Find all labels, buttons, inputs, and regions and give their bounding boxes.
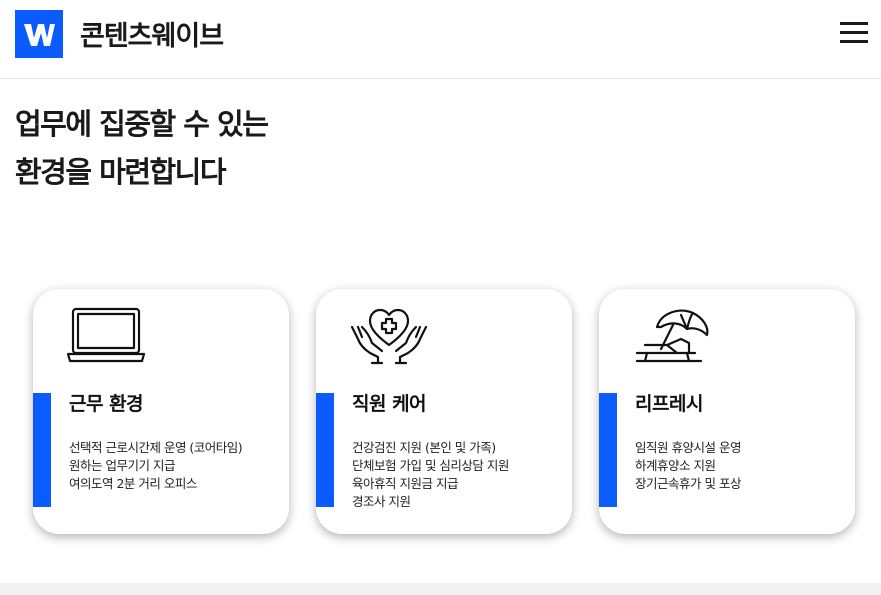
list-item: 건강검진 지원 (본인 및 가족) bbox=[352, 440, 496, 455]
benefit-card-work-environment: 근무 환경 선택적 근로시간제 운영 (코어타임) 원하는 업무기기 지급 여의… bbox=[33, 289, 289, 534]
list-item: 육아휴직 지원금 지급 bbox=[352, 476, 458, 491]
card-accent-bar bbox=[316, 393, 334, 507]
list-item: 장기근속휴가 및 포상 bbox=[635, 476, 741, 491]
card-title: 직원 케어 bbox=[352, 393, 427, 415]
list-item: 하계휴양소 지원 bbox=[635, 458, 716, 473]
list-item: 여의도역 2분 거리 오피스 bbox=[69, 476, 197, 491]
benefit-card-refresh: 리프레시 임직원 휴양시설 운영 하계휴양소 지원 장기근속휴가 및 포상 bbox=[599, 289, 855, 534]
card-accent-bar bbox=[599, 393, 617, 507]
card-item-list: 선택적 근로시간제 운영 (코어타임) 원하는 업무기기 지급 여의도역 2분 … bbox=[69, 439, 243, 493]
benefit-card-employee-care: 직원 케어 건강검진 지원 (본인 및 가족) 단체보험 가입 및 심리상담 지… bbox=[316, 289, 572, 534]
laptop-icon bbox=[65, 305, 147, 369]
headline-line-1: 업무에 집중할 수 있는 bbox=[15, 107, 269, 141]
beach-chair-umbrella-icon bbox=[631, 305, 713, 369]
site-header: 콘텐츠웨이브 bbox=[0, 0, 881, 79]
page-headline: 업무에 집중할 수 있는 환경을 마련합니다 bbox=[15, 100, 269, 196]
card-title: 리프레시 bbox=[635, 393, 703, 415]
list-item: 원하는 업무기기 지급 bbox=[69, 458, 175, 473]
card-title: 근무 환경 bbox=[69, 393, 144, 415]
headline-line-2: 환경을 마련합니다 bbox=[15, 155, 227, 189]
card-accent-bar bbox=[33, 393, 51, 507]
list-item: 경조사 지원 bbox=[352, 494, 411, 509]
wavve-logo-icon[interactable] bbox=[15, 10, 63, 58]
brand-name[interactable]: 콘텐츠웨이브 bbox=[80, 14, 224, 53]
card-item-list: 건강검진 지원 (본인 및 가족) 단체보험 가입 및 심리상담 지원 육아휴직… bbox=[352, 439, 509, 511]
list-item: 단체보험 가입 및 심리상담 지원 bbox=[352, 458, 509, 473]
footer-strip bbox=[0, 583, 881, 595]
list-item: 임직원 휴양시설 운영 bbox=[635, 440, 741, 455]
list-item: 선택적 근로시간제 운영 (코어타임) bbox=[69, 440, 243, 455]
caring-hands-heart-icon bbox=[348, 305, 430, 369]
hamburger-menu-icon[interactable] bbox=[838, 22, 870, 48]
card-item-list: 임직원 휴양시설 운영 하계휴양소 지원 장기근속휴가 및 포상 bbox=[635, 439, 741, 493]
